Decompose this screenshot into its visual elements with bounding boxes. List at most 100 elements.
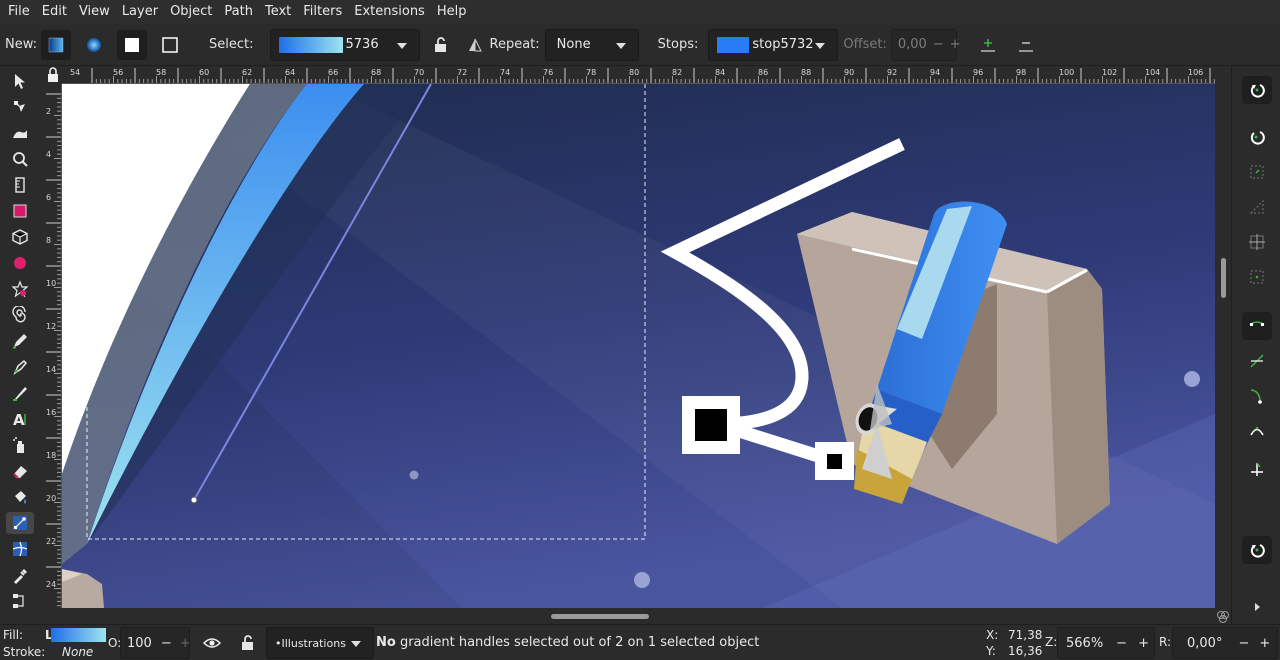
vertical-ruler[interactable]: 2 4 6 8 10 12 14 16 18 20 22 24: [44, 84, 62, 608]
menu-filters[interactable]: Filters: [297, 0, 348, 24]
horizontal-scrollbar[interactable]: [40, 608, 1231, 624]
snap-line-midpoint-button[interactable]: [1242, 455, 1272, 483]
menu-object[interactable]: Object: [164, 0, 218, 24]
eraser-tool[interactable]: [6, 460, 34, 482]
insert-stop-button[interactable]: [973, 30, 1003, 60]
ellipse-tool[interactable]: [6, 252, 34, 274]
fill-target-button[interactable]: [117, 29, 148, 60]
node-tool[interactable]: [6, 96, 34, 118]
horizontal-scroll-thumb[interactable]: [551, 614, 649, 619]
eye-icon[interactable]: [203, 636, 221, 650]
ruler-label: 56: [113, 68, 123, 77]
ruler-label: 92: [887, 68, 897, 77]
ruler-label: 64: [285, 68, 295, 77]
ruler-label: 58: [156, 68, 166, 77]
snap-bbox-button[interactable]: [1242, 158, 1272, 186]
minus-icon[interactable]: −: [933, 37, 944, 52]
y-coordinate: 16,36: [1008, 644, 1043, 658]
connector-tool[interactable]: [6, 590, 34, 612]
snap-rotation-center-button[interactable]: [1242, 487, 1272, 515]
ruler-label: 62: [242, 68, 252, 77]
menu-edit[interactable]: Edit: [36, 0, 73, 24]
snap-intersection-button[interactable]: [1242, 382, 1272, 410]
snap-bbox-corner-button[interactable]: [1242, 228, 1272, 256]
tweak-icon: [13, 130, 27, 138]
mesh-tool[interactable]: [6, 538, 34, 560]
spiral-tool[interactable]: [6, 304, 34, 326]
tweak-tool[interactable]: [6, 122, 34, 144]
measure-tool[interactable]: [6, 174, 34, 196]
snap-page-button[interactable]: [1242, 536, 1272, 564]
linear-gradient-button[interactable]: [41, 29, 72, 60]
ruler-label: 22: [46, 537, 56, 546]
opacity-spinbox[interactable]: 100 − +: [120, 627, 191, 659]
drawing-canvas[interactable]: [62, 84, 1215, 608]
star-tool[interactable]: [6, 278, 34, 300]
zoom-spinbox[interactable]: 566% − +: [1057, 627, 1155, 659]
current-layer-combo[interactable]: •Illustrations: [266, 627, 374, 659]
minus-icon[interactable]: −: [161, 636, 172, 651]
stops-combo[interactable]: stop5732: [708, 28, 839, 61]
selector-tool[interactable]: [6, 70, 34, 92]
current-layer-value: •Illustrations: [275, 636, 346, 650]
delete-stop-button[interactable]: [1011, 30, 1041, 60]
spray-tool[interactable]: [6, 434, 34, 456]
menu-extensions[interactable]: Extensions: [348, 0, 431, 24]
guides-lock-button[interactable]: [44, 66, 62, 84]
offset-spinbox[interactable]: 0,00 − +: [890, 28, 961, 61]
menu-layer[interactable]: Layer: [116, 0, 164, 24]
rectangle-icon: [13, 204, 27, 218]
plus-icon[interactable]: +: [1259, 636, 1270, 651]
path-node-large-inner: [695, 409, 727, 441]
fill-swatch[interactable]: [51, 628, 106, 642]
snap-nodes-button[interactable]: [1242, 312, 1272, 340]
snap-bbox-edge-button[interactable]: [1242, 193, 1272, 221]
horizontal-ruler[interactable]: 54 56 58 60 62 64 66 68 70 72 74 76 78 80 82 84 86 88 90 92…: [62, 66, 1215, 84]
x-coordinate: 71,38: [1008, 628, 1043, 642]
stroke-target-button[interactable]: [155, 30, 185, 60]
snap-bbox-midpoint-button[interactable]: [1242, 263, 1272, 291]
plus-icon[interactable]: +: [950, 37, 961, 52]
minus-icon[interactable]: −: [1116, 636, 1127, 651]
vertical-scrollbar[interactable]: [1215, 84, 1231, 608]
color-managed-icon[interactable]: [1216, 610, 1230, 624]
snap-toggle-button[interactable]: [1242, 76, 1272, 104]
snap-enable-button[interactable]: [1242, 123, 1272, 151]
stroke-value[interactable]: None: [62, 645, 93, 659]
ruler-label: 94: [930, 68, 940, 77]
radial-gradient-button[interactable]: [79, 30, 109, 60]
snap-smooth-button[interactable]: [1242, 417, 1272, 445]
gradient-select-combo[interactable]: 5736: [269, 28, 420, 61]
bucket-tool[interactable]: [6, 486, 34, 508]
minus-icon[interactable]: −: [1238, 636, 1249, 651]
more-button[interactable]: [1242, 593, 1272, 621]
menu-path[interactable]: Path: [218, 0, 259, 24]
gradient-lock-button[interactable]: [426, 30, 456, 60]
menu-text[interactable]: Text: [259, 0, 297, 24]
ruler-label: 20: [46, 494, 56, 503]
ruler-label: 14: [46, 365, 56, 374]
dropper-tool[interactable]: [6, 564, 34, 586]
menu-view[interactable]: View: [73, 0, 116, 24]
unlocked-icon[interactable]: [240, 635, 256, 651]
plus-icon[interactable]: +: [1138, 636, 1149, 651]
reverse-gradient-button[interactable]: [460, 30, 490, 60]
rectangle-tool[interactable]: [6, 200, 34, 222]
box3d-tool[interactable]: [6, 226, 34, 248]
vertical-scroll-thumb[interactable]: [1221, 258, 1226, 298]
text-tool[interactable]: A: [6, 408, 34, 430]
menu-help[interactable]: Help: [431, 0, 473, 24]
pen-tool[interactable]: [6, 356, 34, 378]
gradient-handle[interactable]: [190, 496, 198, 504]
zoom-value: 566%: [1066, 635, 1104, 651]
zoom-tool[interactable]: [6, 148, 34, 170]
gradient-tool[interactable]: [6, 512, 34, 534]
repeat-combo[interactable]: None: [544, 28, 639, 61]
menu-file[interactable]: File: [2, 0, 36, 24]
rotation-spinbox[interactable]: 0,00° − +: [1172, 627, 1278, 659]
snap-path-button[interactable]: [1242, 347, 1272, 375]
plus-icon[interactable]: +: [180, 636, 191, 651]
stops-label: Stops:: [657, 37, 699, 52]
pencil-tool[interactable]: [6, 330, 34, 352]
calligraphy-tool[interactable]: [6, 382, 34, 404]
